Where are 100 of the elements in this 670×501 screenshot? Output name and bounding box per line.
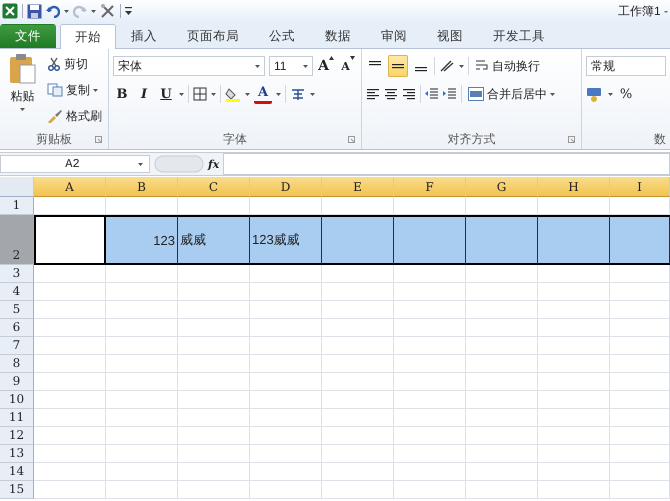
select-all-corner[interactable] — [0, 177, 34, 197]
row-header[interactable]: 14 — [0, 463, 34, 481]
row-header[interactable]: 6 — [0, 319, 34, 337]
file-tab[interactable]: 文件 — [0, 24, 56, 48]
dialog-launcher-icon[interactable] — [348, 136, 355, 142]
name-box[interactable]: A2 — [0, 155, 150, 173]
shrink-font-button[interactable]: A — [339, 56, 357, 76]
ribbon-tab[interactable]: 公式 — [254, 24, 310, 48]
font-color-button[interactable]: A — [254, 84, 272, 104]
grow-font-button[interactable]: A — [317, 56, 335, 76]
merge-center-button[interactable]: 合并后居中 — [466, 83, 557, 105]
row-header[interactable]: 1 — [0, 197, 34, 215]
table-cell[interactable] — [322, 215, 394, 265]
row-header[interactable]: 11 — [0, 409, 34, 427]
row-header[interactable]: 13 — [0, 445, 34, 463]
align-right-icon[interactable] — [402, 88, 416, 100]
wrap-text-button[interactable]: 自动换行 — [473, 55, 542, 77]
table-cell[interactable] — [538, 215, 610, 265]
ribbon-tab[interactable]: 审阅 — [366, 24, 422, 48]
underline-button[interactable]: U — [157, 84, 175, 104]
group-label: 剪贴板 — [36, 130, 72, 148]
table-cell[interactable] — [466, 215, 538, 265]
borders-icon[interactable] — [193, 87, 207, 101]
column-header[interactable]: I — [610, 177, 670, 197]
row-header[interactable]: 10 — [0, 391, 34, 409]
currency-icon[interactable] — [586, 86, 604, 102]
customize-menu-icon[interactable] — [125, 7, 132, 15]
caret-icon[interactable] — [550, 92, 555, 96]
vertical-align-button[interactable] — [388, 55, 408, 77]
column-header[interactable]: G — [466, 177, 538, 197]
row-header[interactable]: 12 — [0, 427, 34, 445]
caret-icon[interactable] — [179, 92, 184, 96]
caret-icon[interactable] — [211, 92, 216, 96]
row-header[interactable]: 2 — [0, 215, 34, 265]
undo-icon[interactable] — [46, 4, 60, 18]
caret-icon[interactable] — [459, 64, 464, 68]
caret-icon[interactable] — [245, 92, 250, 96]
table-cell[interactable]: 123 — [106, 215, 178, 265]
decrease-indent-icon[interactable] — [425, 88, 439, 100]
caret-icon[interactable] — [310, 92, 315, 96]
fill-color-icon[interactable] — [225, 86, 241, 102]
ribbon-tab[interactable]: 页面布局 — [172, 24, 254, 48]
paste-button[interactable]: 粘贴 — [4, 53, 41, 129]
row-header[interactable]: 4 — [0, 283, 34, 301]
column-header[interactable]: H — [538, 177, 610, 197]
excel-logo-icon[interactable] — [2, 3, 18, 19]
column-header[interactable]: C — [178, 177, 250, 197]
caret-icon[interactable] — [276, 92, 281, 96]
font-name-field[interactable]: 宋体 — [113, 56, 265, 76]
insert-function-icon[interactable]: fx — [208, 158, 220, 170]
caret-icon[interactable] — [608, 92, 613, 96]
ribbon-tab[interactable]: 数据 — [310, 24, 366, 48]
row-header[interactable]: 15 — [0, 481, 34, 499]
caret-icon[interactable] — [64, 10, 69, 12]
increase-indent-icon[interactable] — [443, 88, 457, 100]
brush-icon — [47, 109, 63, 123]
row-header[interactable]: 8 — [0, 355, 34, 373]
bold-button[interactable]: B — [113, 84, 131, 104]
row-header[interactable]: 5 — [0, 301, 34, 319]
number-format-field[interactable]: 常规 — [586, 56, 666, 76]
italic-button[interactable]: I — [135, 84, 153, 104]
align-center-icon[interactable] — [384, 88, 398, 100]
cut-button[interactable]: 剪切 — [45, 53, 104, 75]
table-cell[interactable] — [34, 215, 106, 265]
tools-icon[interactable] — [100, 3, 116, 19]
ribbon-tab[interactable]: 开始 — [60, 24, 116, 49]
caret-icon[interactable] — [91, 10, 96, 12]
column-header[interactable]: A — [34, 177, 106, 197]
caret-icon[interactable] — [93, 88, 98, 92]
font-size-field[interactable]: 11 — [269, 56, 313, 76]
table-cell[interactable]: 123威威 — [250, 215, 322, 265]
dialog-launcher-icon[interactable] — [95, 136, 102, 142]
copy-button[interactable]: 复制 — [45, 79, 104, 101]
formula-bar-handle-icon[interactable] — [154, 155, 204, 173]
caret-icon[interactable] — [138, 162, 143, 166]
column-header[interactable]: F — [394, 177, 466, 197]
up-arrow-icon — [328, 56, 334, 60]
column-header[interactable]: D — [250, 177, 322, 197]
group-label: 对齐方式 — [448, 130, 496, 148]
row-header[interactable]: 3 — [0, 265, 34, 283]
text-orientation-icon[interactable] — [439, 59, 455, 73]
row-header[interactable]: 9 — [0, 373, 34, 391]
caret-icon[interactable] — [303, 64, 308, 68]
format-painter-button[interactable]: 格式刷 — [45, 105, 104, 127]
column-header[interactable]: B — [106, 177, 178, 197]
align-left-icon[interactable] — [366, 88, 380, 100]
dialog-launcher-icon[interactable] — [568, 136, 575, 142]
ribbon-tab[interactable]: 插入 — [116, 24, 172, 48]
table-cell[interactable] — [394, 215, 466, 265]
caret-icon[interactable] — [255, 64, 260, 68]
caret-icon[interactable] — [20, 108, 25, 111]
save-icon[interactable] — [27, 4, 42, 18]
formula-input[interactable] — [223, 153, 670, 175]
ribbon-tab[interactable]: 视图 — [422, 24, 478, 48]
table-cell[interactable]: 威威 — [178, 215, 250, 265]
ribbon-tab[interactable]: 开发工具 — [478, 24, 560, 48]
percent-button[interactable]: % — [617, 84, 635, 104]
table-cell[interactable] — [610, 215, 670, 265]
column-header[interactable]: E — [322, 177, 394, 197]
row-header[interactable]: 7 — [0, 337, 34, 355]
